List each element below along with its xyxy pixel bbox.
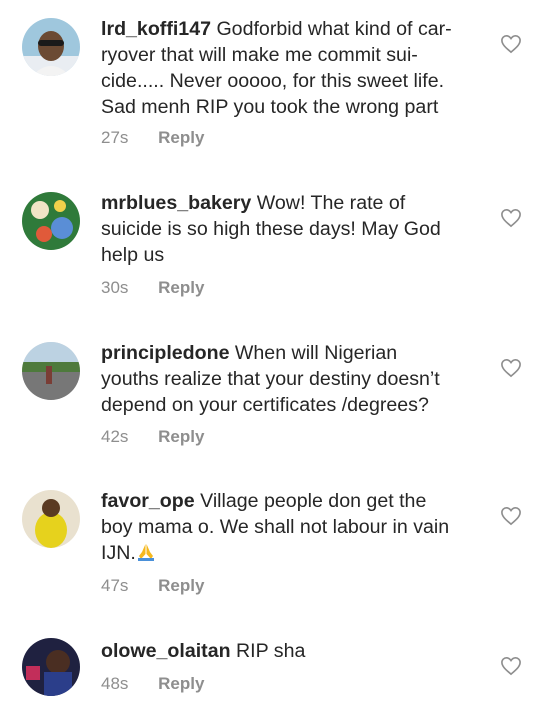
avatar[interactable] xyxy=(22,342,80,400)
comment-meta: 47s Reply xyxy=(101,576,204,596)
heart-outline-icon[interactable] xyxy=(500,506,522,526)
reply-button[interactable]: Reply xyxy=(158,674,204,693)
comment-meta: 30s Reply xyxy=(101,278,204,298)
comment-time: 27s xyxy=(101,128,129,147)
comment-item: olowe_olaitan RIP sha 48s Reply xyxy=(0,622,555,712)
heart-outline-icon[interactable] xyxy=(500,208,522,228)
comment-item: lrd_koffi147 Godforbid what kind of car-… xyxy=(0,0,555,170)
comment-text: favor_ope Village people don get the boy … xyxy=(101,490,450,564)
comment-content: RIP sha xyxy=(236,640,306,662)
reply-button[interactable]: Reply xyxy=(158,128,204,147)
comment-username[interactable]: lrd_koffi147 xyxy=(101,18,211,40)
comment-text: principledone When will Nigerian youths r… xyxy=(101,342,440,416)
comment-body: principledone When will Nigerian youths r… xyxy=(101,340,485,418)
comment-body: olowe_olaitan RIP sha xyxy=(101,638,485,664)
comment-text: lrd_koffi147 Godforbid what kind of car-… xyxy=(101,18,452,118)
comment-item: mrblues_bakery Wow! The rate of suicide i… xyxy=(0,170,555,320)
avatar[interactable] xyxy=(22,490,80,548)
comment-username[interactable]: mrblues_bakery xyxy=(101,192,251,214)
comment-item: favor_ope Village people don get the boy … xyxy=(0,470,555,622)
comment-meta: 27s Reply xyxy=(101,128,204,148)
avatar[interactable] xyxy=(22,18,80,76)
avatar[interactable] xyxy=(22,638,80,696)
comment-body: lrd_koffi147 Godforbid what kind of car-… xyxy=(101,16,485,120)
comment-body: favor_ope Village people don get the boy … xyxy=(101,488,485,566)
comment-username[interactable]: favor_ope xyxy=(101,490,195,512)
comment-time: 47s xyxy=(101,576,129,595)
comment-time: 42s xyxy=(101,427,129,446)
heart-outline-icon[interactable] xyxy=(500,358,522,378)
heart-outline-icon[interactable] xyxy=(500,656,522,676)
reply-button[interactable]: Reply xyxy=(158,576,204,595)
comment-time: 30s xyxy=(101,278,129,297)
comment-time: 48s xyxy=(101,674,129,693)
comment-username[interactable]: olowe_olaitan xyxy=(101,640,231,662)
folded-hands-icon xyxy=(136,542,156,562)
comment-item: principledone When will Nigerian youths r… xyxy=(0,320,555,470)
comment-meta: 48s Reply xyxy=(101,674,204,694)
heart-outline-icon[interactable] xyxy=(500,34,522,54)
avatar[interactable] xyxy=(22,192,80,250)
comment-username[interactable]: principledone xyxy=(101,342,229,364)
comment-body: mrblues_bakery Wow! The rate of suicide i… xyxy=(101,190,485,268)
comment-text: mrblues_bakery Wow! The rate of suicide i… xyxy=(101,192,441,266)
comment-meta: 42s Reply xyxy=(101,427,204,447)
reply-button[interactable]: Reply xyxy=(158,427,204,446)
reply-button[interactable]: Reply xyxy=(158,278,204,297)
comment-text: olowe_olaitan RIP sha xyxy=(101,638,485,664)
